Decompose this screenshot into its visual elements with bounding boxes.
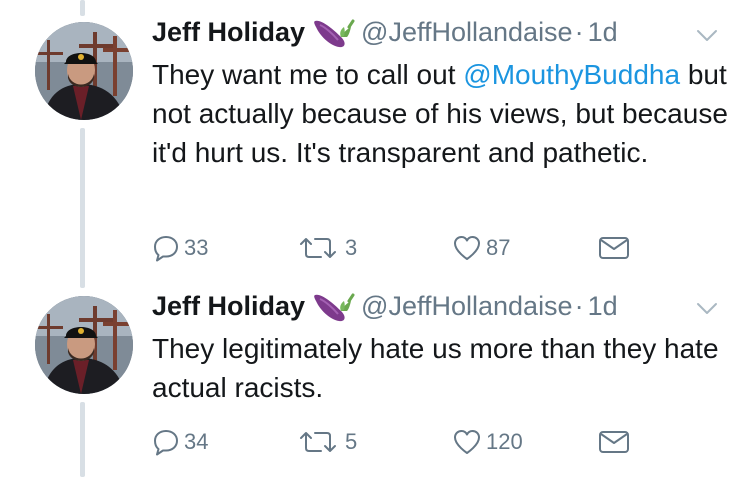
like-button[interactable]: 87: [452, 231, 510, 265]
reply-button[interactable]: 33: [152, 231, 208, 265]
like-count: 120: [486, 429, 523, 454]
author-name[interactable]: Jeff Holiday: [152, 17, 305, 48]
reply-count: 33: [184, 235, 209, 260]
like-icon: [454, 430, 480, 454]
separator-dot: ·: [574, 16, 584, 47]
separator-dot: ·: [574, 290, 584, 321]
tweet-text: They legitimately hate us more than they…: [152, 333, 719, 403]
timestamp[interactable]: 1d: [588, 291, 618, 322]
tweet[interactable]: Jeff Holiday @JeffHollandaise · 1d They …: [0, 0, 749, 272]
avatar-photo: [35, 22, 133, 120]
reply-count: 34: [184, 429, 209, 454]
mention-link[interactable]: @MouthyBuddha: [463, 59, 680, 90]
timestamp[interactable]: 1d: [588, 17, 618, 48]
author-handle[interactable]: @JeffHollandaise: [361, 17, 573, 48]
retweet-button[interactable]: 5: [297, 425, 357, 459]
thread-line: [80, 402, 85, 477]
avatar[interactable]: [35, 296, 133, 394]
reply-icon: [154, 430, 178, 456]
eggplant-emoji: [311, 289, 355, 323]
author-name[interactable]: Jeff Holiday: [152, 291, 305, 322]
tweet-text: They want me to call out @MouthyBuddha b…: [152, 55, 732, 172]
like-button[interactable]: 120: [452, 425, 523, 459]
tweet-header: Jeff Holiday @JeffHollandaise · 1d: [152, 289, 618, 323]
eggplant-emoji: [311, 15, 355, 49]
direct-message-icon: [599, 237, 629, 259]
retweet-count: 3: [345, 235, 358, 260]
retweet-button[interactable]: 3: [297, 231, 357, 265]
direct-message-button[interactable]: [598, 231, 630, 265]
like-count: 87: [486, 235, 511, 260]
tweet-header: Jeff Holiday @JeffHollandaise · 1d: [152, 15, 618, 49]
retweet-icon: [300, 432, 336, 452]
tweet-actions: 34 5 120: [152, 425, 652, 459]
tweet-actions: 33 3 87: [152, 231, 652, 265]
chevron-down-icon[interactable]: [696, 29, 718, 43]
avatar-photo: [35, 296, 133, 394]
direct-message-icon: [599, 431, 629, 453]
avatar[interactable]: [35, 22, 133, 120]
direct-message-button[interactable]: [598, 425, 630, 459]
tweet-text-part: They want me to call out: [152, 59, 464, 90]
author-handle[interactable]: @JeffHollandaise: [361, 291, 573, 322]
reply-button[interactable]: 34: [152, 425, 208, 459]
chevron-down-icon[interactable]: [696, 302, 718, 316]
retweet-count: 5: [345, 429, 358, 454]
like-icon: [454, 236, 480, 260]
retweet-icon: [300, 238, 336, 258]
reply-icon: [154, 236, 178, 262]
